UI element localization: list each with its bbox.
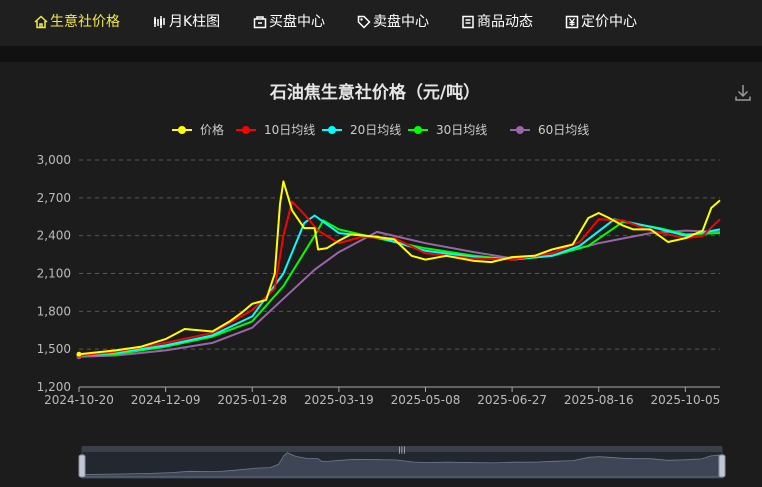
nav-item-price[interactable]: 生意社价格 (34, 12, 120, 32)
y-tick-label: 2,100 (37, 267, 71, 281)
top-nav: 生意社价格 月K柱图 买盘中心 卖盘中心 商品动态 定价中心 (0, 0, 762, 47)
series-line (78, 200, 721, 357)
y-tick-label: 1,500 (37, 342, 71, 356)
chart-series (76, 180, 721, 360)
nav-item-news[interactable]: 商品动态 (461, 12, 533, 32)
series-point (76, 351, 82, 357)
data-zoom-slider[interactable]: ||| (78, 446, 726, 479)
nav-item-label: 生意社价格 (50, 14, 120, 30)
x-tick-label: 2025-03-19 (304, 393, 374, 407)
x-tick-label: 2025-10-05 (650, 393, 720, 407)
x-tick-label: 2024-10-20 (44, 393, 114, 407)
y-tick-label: 1,800 (37, 304, 71, 318)
nav-item-monthly-k[interactable]: 月K柱图 (153, 12, 220, 32)
series-line (78, 229, 721, 358)
chart-panel: 石油焦生意社价格（元/吨） 价格 10日均线 20日均线 30日均线 60日均线 1,2… (0, 62, 762, 482)
x-tick-label: 2025-01-28 (217, 393, 287, 407)
y-tick-label: 2,700 (37, 191, 71, 205)
download-icon[interactable] (735, 85, 751, 101)
chart-grid (79, 159, 720, 350)
nav-item-label: 商品动态 (477, 14, 533, 30)
y-axis: 1,200 1,500 1,800 2,100 2,400 2,700 3,000 (37, 153, 71, 394)
tag-icon (357, 15, 371, 29)
nav-item-sell-center[interactable]: 卖盘中心 (357, 12, 429, 32)
y-tick-label: 2,400 (37, 229, 71, 243)
nav-item-pricing-center[interactable]: 定价中心 (565, 12, 637, 32)
chart-title: 石油焦生意社价格（元/吨） (269, 82, 480, 103)
legend-label: 10日均线 (264, 123, 315, 137)
x-axis: 2024-10-20 2024-12-09 2025-01-28 2025-03-19… (44, 386, 720, 407)
legend-label: 60日均线 (538, 123, 589, 137)
y-tick-label: 3,000 (37, 153, 71, 167)
y-tick-label: 1,200 (37, 380, 71, 394)
chart-legend: 价格 10日均线 20日均线 30日均线 60日均线 (172, 122, 589, 137)
nav-item-label: 卖盘中心 (373, 14, 429, 30)
zoom-drag-grip[interactable]: ||| (398, 446, 405, 454)
nav-item-label: 买盘中心 (269, 14, 325, 30)
nav-item-label: 月K柱图 (169, 14, 221, 30)
legend-label: 30日均线 (436, 123, 487, 137)
nav-item-label: 定价中心 (581, 14, 637, 30)
legend-swatch-dot (178, 126, 186, 134)
series-line (78, 180, 721, 356)
legend-swatch-dot (328, 126, 336, 134)
x-tick-label: 2025-05-08 (391, 393, 461, 407)
legend-label: 价格 (200, 122, 224, 137)
yen-icon (565, 15, 579, 29)
nav-item-buy-center[interactable]: 买盘中心 (253, 12, 325, 32)
nav-divider (0, 46, 762, 62)
x-tick-label: 2024-12-09 (131, 393, 201, 407)
price-chart: 石油焦生意社价格（元/吨） 价格 10日均线 20日均线 30日均线 60日均线 1,2… (37, 82, 751, 479)
x-tick-label: 2025-06-27 (477, 393, 547, 407)
zoom-handle-right[interactable] (718, 454, 726, 478)
document-icon (462, 15, 474, 29)
legend-swatch-dot (516, 126, 524, 134)
legend-swatch-dot (414, 126, 422, 134)
x-tick-label: 2025-08-16 (564, 393, 634, 407)
cart-icon (253, 16, 267, 29)
legend-label: 20日均线 (350, 123, 401, 137)
home-icon (34, 15, 48, 29)
zoom-handle-left[interactable] (78, 454, 86, 478)
candlestick-icon (154, 16, 165, 28)
legend-swatch-dot (242, 126, 250, 134)
